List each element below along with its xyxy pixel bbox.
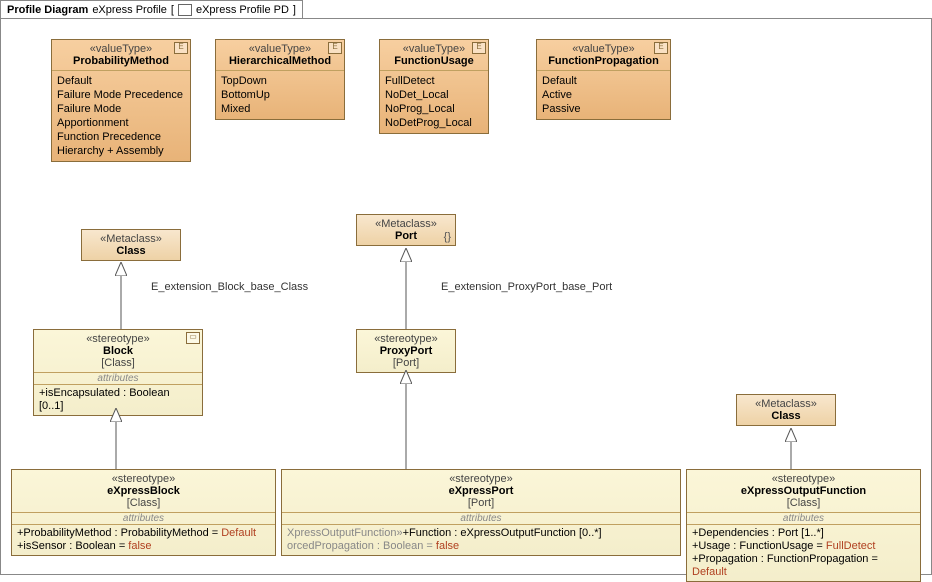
- valuetype-function-usage[interactable]: E«valueType»FunctionUsage FullDetectNoDe…: [379, 39, 489, 134]
- diagram-tab: Profile Diagram eXpress Profile [ eXpres…: [0, 0, 303, 19]
- tab-main: eXpress Profile: [92, 4, 167, 16]
- tab-bracket: eXpress Profile PD: [196, 4, 289, 16]
- compartment-icon: ▭: [186, 332, 200, 344]
- stereotype-proxyport[interactable]: «stereotype»ProxyPort[Port]: [356, 329, 456, 373]
- stereotype-expressblock[interactable]: «stereotype»eXpressBlock[Class] attribut…: [11, 469, 276, 556]
- metaclass-class-right[interactable]: «Metaclass»Class: [736, 394, 836, 426]
- valuetype-function-propagation[interactable]: E«valueType»FunctionPropagation DefaultA…: [536, 39, 671, 120]
- stereotype-expressoutputfunction[interactable]: «stereotype»eXpressOutputFunction[Class]…: [686, 469, 921, 582]
- valuetype-hierarchical-method[interactable]: E«valueType»HierarchicalMethod TopDownBo…: [215, 39, 345, 120]
- edge-label-block: E_extension_Block_base_Class: [151, 281, 308, 293]
- tab-prefix: Profile Diagram: [7, 4, 88, 16]
- stereotype-block[interactable]: ▭«stereotype»Block[Class] attributes +is…: [33, 329, 203, 416]
- enum-body: DefaultFailure Mode PrecedenceFailure Mo…: [52, 71, 190, 161]
- valuetype-probability-method[interactable]: E«valueType»ProbabilityMethod DefaultFai…: [51, 39, 191, 162]
- metaclass-port[interactable]: «Metaclass»Port{}: [356, 214, 456, 246]
- stereotype-expressport[interactable]: «stereotype»eXpressPort[Port] attributes…: [281, 469, 681, 556]
- doc-icon: [178, 4, 192, 16]
- metaclass-class-left[interactable]: «Metaclass»Class: [81, 229, 181, 261]
- diagram-frame: E«valueType»ProbabilityMethod DefaultFai…: [0, 18, 932, 575]
- edge-label-proxyport: E_extension_ProxyPort_base_Port: [441, 281, 612, 293]
